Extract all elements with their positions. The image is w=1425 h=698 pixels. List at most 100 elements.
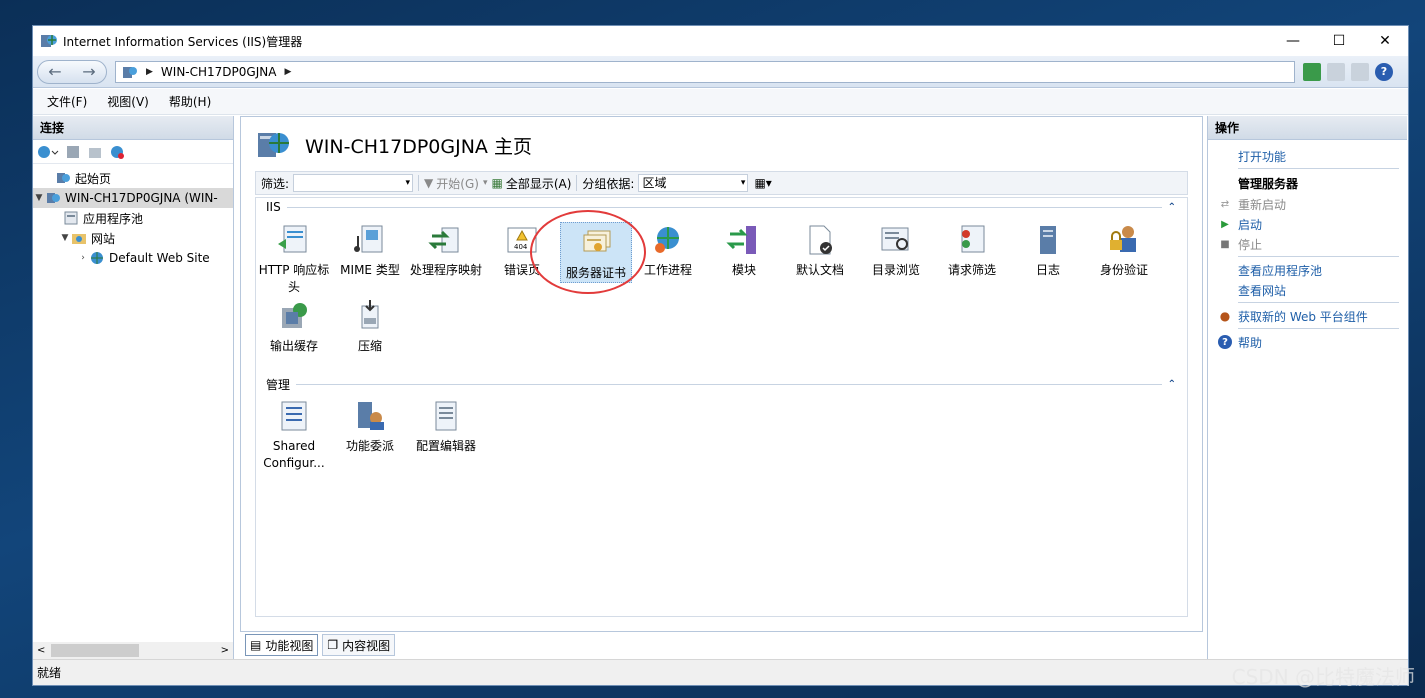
tree-item-server[interactable]: ▼ WIN-CH17DP0GJNA (WIN-	[33, 188, 233, 208]
address-field[interactable]: ▶ WIN-CH17DP0GJNA ▶	[115, 60, 1295, 83]
scroll-thumb[interactable]	[51, 644, 139, 657]
start-icon: ▶	[1221, 218, 1229, 230]
show-all-button[interactable]: ▦ 全部显示(A)	[491, 175, 571, 192]
action-start[interactable]: ▶ 启动	[1208, 214, 1407, 234]
feature-mime-types[interactable]: MIME 类型	[332, 222, 408, 279]
feature-modules[interactable]: 模块	[706, 222, 782, 279]
highlight-circle	[530, 210, 646, 294]
tree-item-app-pools[interactable]: 应用程序池	[33, 208, 233, 228]
action-label: 停止	[1238, 237, 1263, 252]
save-icon[interactable]	[65, 144, 81, 160]
filter-label: 筛选:	[261, 176, 290, 191]
worker-processes-icon	[655, 227, 679, 253]
connect-icon[interactable]	[37, 144, 59, 160]
tree-label: 应用程序池	[83, 211, 144, 226]
feature-label: 模块	[731, 263, 756, 277]
feature-label: 输出缓存	[269, 339, 318, 353]
breadcrumb-server[interactable]: WIN-CH17DP0GJNA	[161, 65, 277, 79]
collapse-chevron-icon[interactable]: ⌃	[1168, 379, 1176, 390]
forward-arrow-icon[interactable]: →	[82, 62, 95, 81]
server-icon	[123, 66, 137, 78]
group-header-management[interactable]: 管理 ⌃	[266, 376, 1176, 393]
breadcrumb-arrow-icon[interactable]: ▶	[146, 67, 153, 77]
group-title: IIS	[266, 200, 281, 214]
action-stop[interactable]: ■ 停止	[1208, 234, 1407, 254]
status-text: 就绪	[37, 666, 62, 680]
tree-label: Default Web Site	[109, 251, 210, 265]
action-help[interactable]: ? 帮助	[1208, 332, 1407, 352]
breadcrumb-arrow-icon[interactable]: ▶	[284, 67, 291, 77]
disconnect-icon[interactable]	[109, 144, 125, 160]
watermark: CSDN @比特魔法师	[1231, 665, 1415, 689]
help-icon[interactable]: ?	[1375, 62, 1393, 81]
tree-item-start-page[interactable]: 起始页	[33, 168, 233, 188]
refresh-icon[interactable]	[1303, 62, 1321, 81]
feature-output-caching[interactable]: 输出缓存	[256, 298, 332, 355]
server-icon	[47, 193, 60, 203]
filter-toolbar: 筛选: ▼ 开始(G) ▾ ▦ 全部显示(A) 分组依据: 区域 ▦▾	[255, 171, 1188, 195]
feature-delegation[interactable]: 功能委派	[332, 398, 408, 455]
action-get-web-platform[interactable]: ● 获取新的 Web 平台组件	[1208, 306, 1407, 326]
collapse-arrow-icon[interactable]: ▼	[59, 233, 71, 243]
collapse-arrow-icon[interactable]: ▼	[33, 193, 45, 203]
back-arrow-icon[interactable]: ←	[48, 62, 61, 81]
navigation-buttons: ← →	[37, 59, 107, 84]
group-by-select[interactable]: 区域	[638, 174, 749, 192]
modules-icon	[726, 226, 756, 254]
scroll-left-icon[interactable]: <	[37, 645, 45, 656]
status-bar: 就绪	[33, 659, 1408, 685]
go-button[interactable]: ▼ 开始(G)	[424, 175, 479, 192]
iis-manager-window: Internet Information Services (IIS)管理器 —…	[32, 25, 1409, 686]
close-button[interactable]: ✕	[1362, 26, 1408, 56]
action-view-sites[interactable]: 查看网站	[1208, 280, 1407, 300]
menu-file[interactable]: 文件(F)	[47, 93, 87, 110]
tree-item-sites[interactable]: ▼ 网站	[33, 228, 233, 248]
feature-label: 日志	[1035, 263, 1060, 277]
action-label: 获取新的 Web 平台组件	[1238, 309, 1368, 324]
feature-shared-configuration[interactable]: Shared Configur...	[256, 398, 332, 472]
http-headers-icon	[278, 225, 307, 253]
show-all-icon: ▦	[491, 176, 503, 190]
menu-help[interactable]: 帮助(H)	[169, 93, 211, 110]
app-pool-icon	[64, 211, 78, 225]
view-mode-icon[interactable]: ▦▾	[754, 176, 771, 190]
horizontal-scrollbar[interactable]: < >	[33, 642, 233, 659]
feature-authentication[interactable]: 身份验证	[1086, 222, 1162, 279]
action-open-feature[interactable]: 打开功能	[1208, 146, 1407, 166]
svg-text:404: 404	[514, 243, 528, 251]
tab-features-view[interactable]: ▤ 功能视图	[245, 634, 319, 656]
action-view-app-pools[interactable]: 查看应用程序池	[1208, 260, 1407, 280]
up-level-icon[interactable]	[87, 144, 103, 160]
go-dropdown-icon[interactable]: ▾	[483, 178, 488, 188]
handler-mappings-icon	[428, 227, 459, 253]
feature-logging[interactable]: 日志	[1010, 222, 1086, 279]
filter-input[interactable]	[293, 174, 414, 192]
collapse-chevron-icon[interactable]: ⌃	[1168, 202, 1176, 213]
minimize-button[interactable]: —	[1270, 26, 1316, 56]
feature-handler-mappings[interactable]: 处理程序映射	[408, 222, 484, 279]
feature-request-filtering[interactable]: 请求筛选	[934, 222, 1010, 279]
home-icon[interactable]	[1351, 62, 1369, 81]
feature-http-response-headers[interactable]: HTTP 响应标头	[256, 222, 332, 296]
default-document-icon	[809, 225, 832, 255]
group-header-iis[interactable]: IIS ⌃	[266, 200, 1176, 214]
maximize-button[interactable]: ☐	[1316, 26, 1362, 56]
directory-browsing-icon	[881, 227, 909, 251]
address-bar: ← → ▶ WIN-CH17DP0GJNA ▶ ?	[33, 56, 1408, 88]
action-restart[interactable]: ⇄ 重新启动	[1208, 194, 1407, 214]
tab-content-view[interactable]: ❐ 内容视图	[322, 634, 396, 656]
feature-default-document[interactable]: 默认文档	[782, 222, 858, 279]
feature-directory-browsing[interactable]: 目录浏览	[858, 222, 934, 279]
iis-app-icon	[41, 35, 57, 47]
scroll-right-icon[interactable]: >	[221, 645, 229, 656]
menu-view[interactable]: 视图(V)	[107, 93, 149, 110]
feature-compression[interactable]: 压缩	[332, 298, 408, 355]
tree-label: WIN-CH17DP0GJNA (WIN-	[65, 191, 218, 205]
sites-folder-icon	[72, 234, 86, 244]
feature-configuration-editor[interactable]: 配置编辑器	[408, 398, 484, 455]
stop-icon[interactable]	[1327, 62, 1345, 81]
expand-arrow-icon[interactable]: ›	[77, 253, 89, 263]
tree-label: 起始页	[75, 171, 112, 186]
authentication-icon	[1110, 226, 1136, 252]
tree-item-default-site[interactable]: › Default Web Site	[33, 248, 233, 268]
